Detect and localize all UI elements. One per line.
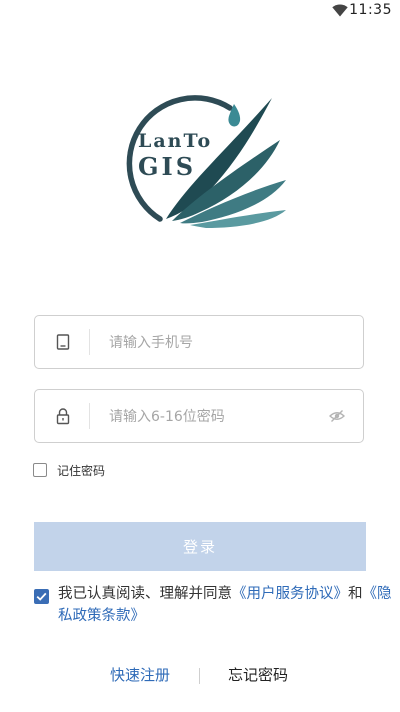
remember-password[interactable]: 记住密码: [33, 461, 105, 479]
logo-emblem: [126, 95, 286, 228]
login-button[interactable]: 登录: [34, 522, 366, 571]
remember-password-checkbox[interactable]: [33, 463, 47, 477]
forgot-password-link[interactable]: 忘记密码: [228, 664, 288, 685]
lock-icon: [56, 408, 70, 425]
eye-off-icon[interactable]: [329, 409, 345, 423]
status-bar: 11:35: [0, 0, 400, 24]
bottom-links: 快速注册 忘记密码: [0, 664, 400, 688]
agreement-prefix: 我已认真阅读、理解并同意: [58, 586, 232, 602]
phone-field-divider: [89, 329, 90, 355]
status-time: 11:35: [349, 2, 392, 18]
checkmark-icon: [36, 592, 47, 601]
phone-field[interactable]: [34, 315, 364, 369]
logo-text-gis: GIS: [138, 152, 197, 181]
phone-input[interactable]: [107, 326, 331, 360]
agreement-checkbox[interactable]: [34, 589, 49, 604]
password-input[interactable]: [107, 400, 331, 434]
remember-password-label: 记住密码: [57, 463, 106, 478]
agreement-conjunction: 和: [348, 586, 363, 602]
register-link[interactable]: 快速注册: [110, 664, 170, 685]
password-field-divider: [89, 403, 90, 429]
phone-icon: [56, 334, 70, 350]
user-agreement-link[interactable]: 《用户服务协议》: [232, 586, 348, 602]
bottom-links-divider: [199, 668, 200, 684]
logo-text-lanto: LanTo: [138, 130, 213, 152]
lanto-gis-logo: LanTo GIS: [110, 86, 290, 236]
agreement-text: 我已认真阅读、理解并同意《用户服务协议》和《隐私政策条款》: [58, 583, 398, 627]
password-field[interactable]: [34, 389, 364, 443]
wifi-icon: [332, 4, 348, 17]
